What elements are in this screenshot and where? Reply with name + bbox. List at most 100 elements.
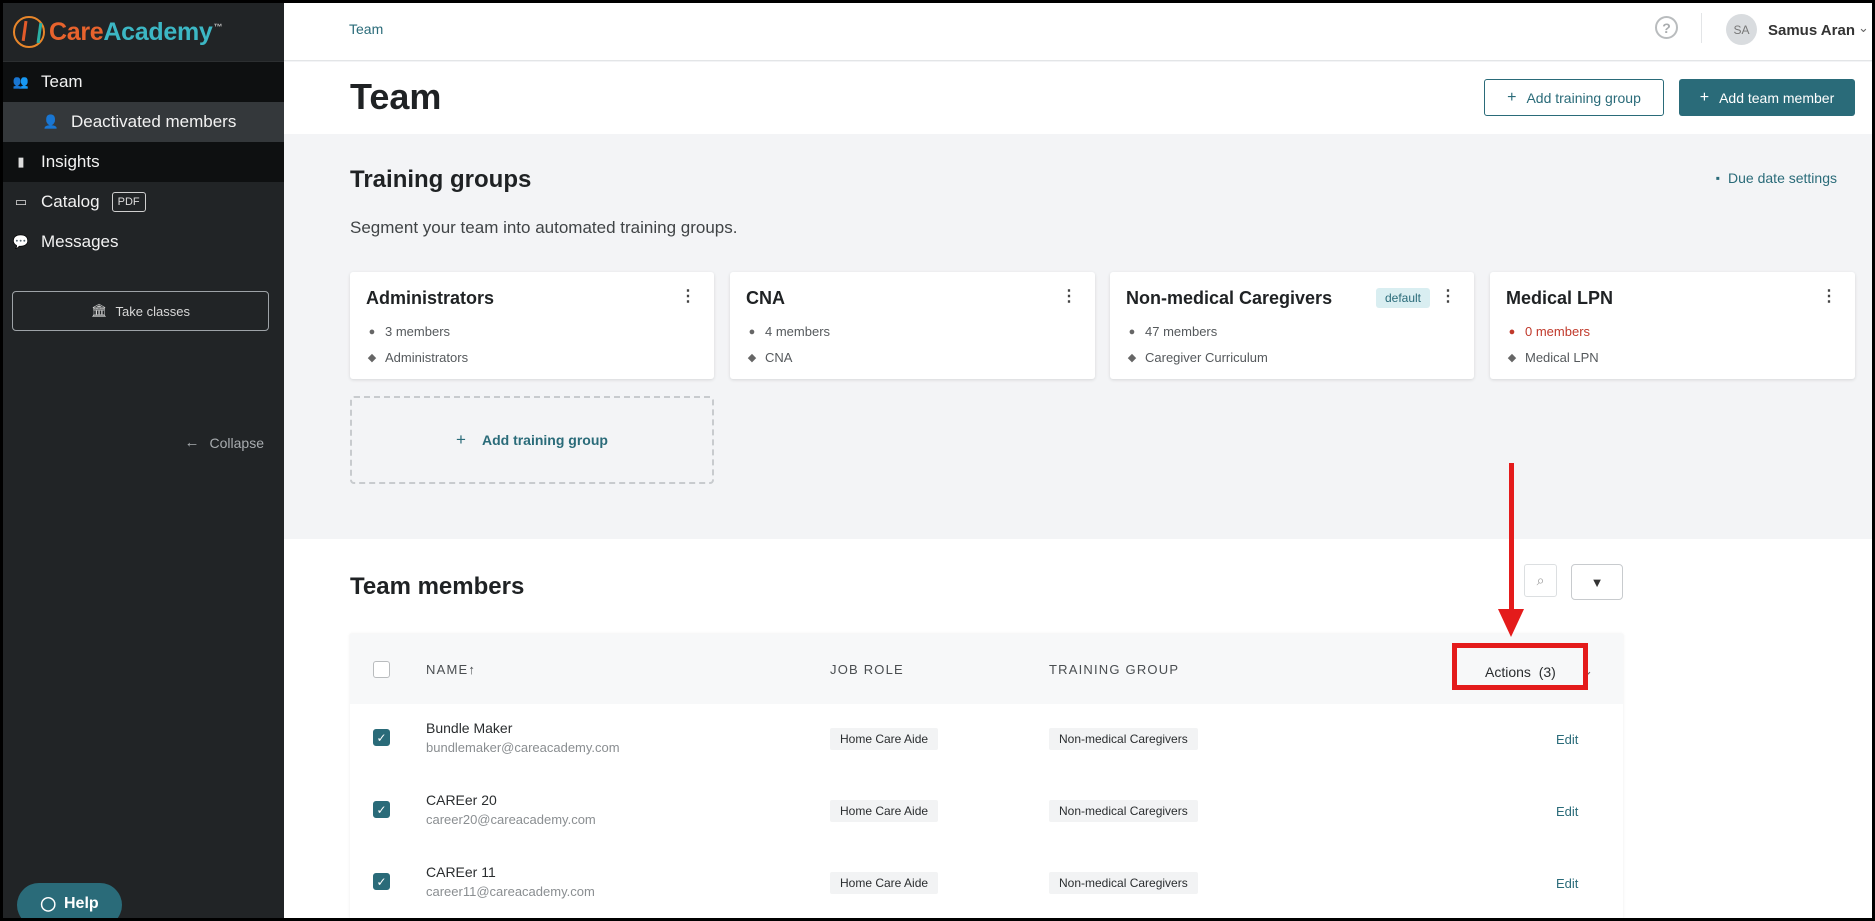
sidebar-item-messages[interactable]: 💬 Messages [3,222,284,262]
user-name[interactable]: Samus Aran [1768,22,1855,39]
annotation-highlight-box [1452,643,1588,690]
training-group-name: Non-medical Caregivers [1126,288,1333,308]
due-date-settings-link[interactable]: ▪ Due date settings [1716,170,1837,186]
column-header-name[interactable]: NAME↑ [426,662,476,677]
chat-bubble-icon: ◯ [40,895,56,911]
page-header: Team + Add training group + Add team mem… [284,62,1872,134]
curriculum: ◆ CNA [746,350,793,365]
row-checkbox[interactable]: ✓ [373,801,390,818]
training-group-card[interactable]: Administrators ⋮ ● 3 members ◆ Administr… [350,272,714,379]
edit-link[interactable]: Edit [1556,876,1578,891]
logo-mark-icon [13,16,45,48]
app-window: CareAcademy™ 👥 Team 👤 Deactivated member… [3,3,1872,918]
sidebar-item-team[interactable]: 👥 Team [3,62,284,102]
avatar[interactable]: SA [1726,14,1757,45]
sidebar-item-label: Messages [41,232,119,251]
training-group-card[interactable]: Medical LPN ⋮ ● 0 members ◆ Medical LPN [1490,272,1855,379]
kebab-menu-icon[interactable]: ⋮ [680,286,696,306]
plus-icon: + [1507,88,1517,106]
table-header: NAME↑ JOB ROLE TRAINING GROUP Actions (3… [350,634,1623,704]
help-button[interactable]: ◯ Help [17,883,122,918]
help-circle-icon[interactable]: ? [1655,16,1678,39]
person-icon: ● [748,325,756,338]
graduation-cap-icon: ◆ [1127,352,1137,364]
team-members-table: NAME↑ JOB ROLE TRAINING GROUP Actions (3… [350,634,1623,918]
person-icon: ● [1128,325,1136,338]
user-icon: 👤 [42,114,60,129]
building-icon: 🏛 [91,303,108,318]
member-count: ● 0 members [1506,324,1590,339]
graduation-cap-icon: ◆ [1507,352,1517,364]
sidebar-item-insights[interactable]: ▮ Insights [3,142,284,182]
add-training-group-card[interactable]: + Add training group [350,396,714,484]
job-role-pill: Home Care Aide [830,800,939,822]
default-badge: default [1375,288,1430,308]
curriculum: ◆ Caregiver Curriculum [1126,350,1268,365]
search-button[interactable]: ⌕ [1524,564,1557,597]
sidebar-item-deactivated-members[interactable]: 👤 Deactivated members [3,102,284,142]
member-name: Bundle Maker [426,720,513,736]
take-classes-button[interactable]: 🏛 Take classes [12,291,269,331]
edit-link[interactable]: Edit [1556,732,1578,747]
table-row: ✓ Bundle Maker bundlemaker@careacademy.c… [350,704,1623,776]
take-classes-label: Take classes [115,303,190,319]
curriculum-text: Caregiver Curriculum [1145,350,1268,365]
logo[interactable]: CareAcademy™ [3,3,284,62]
training-groups-subtitle: Segment your team into automated trainin… [350,218,738,237]
member-count: ● 3 members [366,324,450,339]
collapse-button[interactable]: ← Collapse [185,434,264,451]
plus-icon: + [456,430,466,449]
training-group-card[interactable]: CNA ⋮ ● 4 members ◆ CNA [730,272,1095,379]
add-team-member-button[interactable]: + Add team member [1679,79,1855,116]
logo-text-academy: Academy [103,17,213,46]
button-label: Add training group [1526,89,1641,106]
add-training-group-button[interactable]: + Add training group [1484,79,1664,116]
row-checkbox[interactable]: ✓ [373,729,390,746]
calendar-icon: ▪ [1715,171,1721,185]
topbar: Team ? SA Samus Aran ⌄ [284,3,1872,61]
annotation-arrow-line [1509,463,1514,613]
member-name: CAREer 11 [426,864,496,880]
sidebar-item-label: Team [41,72,83,91]
curriculum-text: CNA [765,350,793,365]
training-group-pill: Non-medical Caregivers [1049,728,1198,750]
training-groups-section: Training groups Segment your team into a… [284,134,1872,539]
training-group-card[interactable]: Non-medical Caregivers default ⋮ ● 47 me… [1110,272,1474,379]
edit-link[interactable]: Edit [1556,804,1578,819]
collapse-label: Collapse [209,434,264,451]
training-group-name: Medical LPN [1506,288,1614,308]
breadcrumb[interactable]: Team [349,21,383,37]
training-group-name: CNA [746,288,785,308]
catalog-pdf-badge[interactable]: PDF [111,192,146,212]
logo-text-care: Care [49,17,104,46]
kebab-menu-icon[interactable]: ⋮ [1821,286,1837,306]
column-header-job-role: JOB ROLE [830,662,904,677]
bar-chart-icon: ▮ [17,154,25,169]
chat-icon: 💬 [12,234,30,249]
sidebar-item-catalog[interactable]: ▭ Catalog PDF [3,182,284,222]
person-icon: ● [368,325,376,338]
sidebar: CareAcademy™ 👥 Team 👤 Deactivated member… [3,3,284,918]
training-groups-title: Training groups [350,166,532,193]
select-all-checkbox[interactable] [373,661,390,678]
sidebar-item-label: Deactivated members [71,112,237,131]
chevron-down-icon[interactable]: ⌄ [1858,20,1869,36]
member-count-text: 0 members [1525,324,1591,339]
kebab-menu-icon[interactable]: ⋮ [1061,286,1077,306]
filter-button[interactable]: ▼ [1571,564,1623,600]
row-checkbox[interactable]: ✓ [373,873,390,890]
search-icon: ⌕ [1536,572,1545,588]
page-title: Team [350,76,442,117]
kebab-menu-icon[interactable]: ⋮ [1440,286,1456,306]
curriculum: ◆ Administrators [366,350,468,365]
member-count-text: 47 members [1145,324,1218,339]
training-group-name: Administrators [366,288,495,308]
member-count-text: 4 members [765,324,831,339]
graduation-cap-icon: ◆ [747,352,757,364]
team-members-title: Team members [350,573,525,600]
button-label: Add team member [1719,89,1835,106]
curriculum: ◆ Medical LPN [1506,350,1599,365]
help-label: Help [64,895,99,912]
arrow-left-icon: ← [184,434,200,451]
curriculum-text: Medical LPN [1525,350,1599,365]
